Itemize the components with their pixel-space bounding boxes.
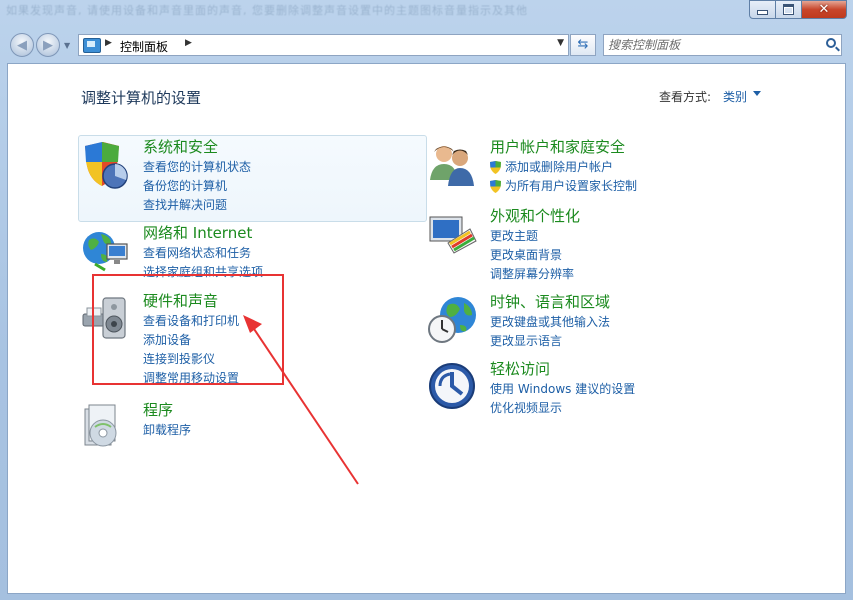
back-button[interactable]: ◀: [10, 33, 34, 57]
link-recommended-settings[interactable]: 使用 Windows 建议的设置: [490, 380, 635, 399]
network-globe-icon: [83, 232, 128, 272]
close-button[interactable]: ✕: [802, 0, 847, 19]
link-desktop-background[interactable]: 更改桌面背景: [490, 246, 574, 265]
window-title-text: 如果发现声音, 请使用设备和声音里面的声音, 您要删除调整声音设置中的主题图标音…: [6, 4, 528, 17]
users-icon: [430, 146, 474, 186]
navigation-bar: ◀ ▶ ▼ ▶ 控制面板 ▶ ▼ ⇆: [0, 30, 853, 60]
shield-pie-icon: [85, 142, 128, 189]
category-links: 卸载程序: [143, 421, 191, 440]
uac-shield-icon: [490, 180, 501, 193]
page-title: 调整计算机的设置: [81, 89, 202, 107]
view-by-dropdown[interactable]: 类别: [723, 88, 747, 105]
window-controls: ✕: [749, 0, 847, 19]
monitor-palette-icon: [429, 216, 477, 254]
breadcrumb-control-panel[interactable]: 控制面板: [120, 38, 168, 55]
category-links: 使用 Windows 建议的设置 优化视频显示: [490, 380, 635, 418]
link-backup-computer[interactable]: 备份您的计算机: [143, 177, 251, 196]
search-box[interactable]: [603, 34, 842, 56]
link-troubleshoot[interactable]: 查找并解决问题: [143, 196, 251, 215]
control-panel-icon: [83, 38, 101, 53]
link-text[interactable]: 为所有用户设置家长控制: [505, 179, 637, 193]
category-title[interactable]: 系统和安全: [143, 136, 218, 157]
category-title[interactable]: 程序: [143, 399, 173, 420]
address-bar[interactable]: ▶ 控制面板 ▶ ▼: [78, 34, 569, 56]
category-title[interactable]: 网络和 Internet: [143, 222, 252, 243]
arrow-left-icon: ◀: [17, 37, 27, 53]
recent-pages-dropdown[interactable]: ▼: [64, 41, 70, 50]
maximize-icon: [783, 4, 794, 15]
minimize-icon: [757, 10, 768, 15]
refresh-button[interactable]: ⇆: [570, 34, 596, 56]
refresh-icon: ⇆: [577, 37, 589, 52]
dropdown-arrow-icon[interactable]: [753, 91, 761, 96]
link-keyboard-input[interactable]: 更改键盘或其他输入法: [490, 313, 610, 332]
category-links: 更改键盘或其他输入法 更改显示语言: [490, 313, 610, 351]
link-display-language[interactable]: 更改显示语言: [490, 332, 610, 351]
link-parental-controls[interactable]: 为所有用户设置家长控制: [490, 177, 637, 196]
category-links: 更改主题 更改桌面背景 调整屏幕分辨率: [490, 227, 574, 284]
category-title[interactable]: 外观和个性化: [490, 205, 580, 226]
minimize-button[interactable]: [749, 0, 776, 19]
address-dropdown-icon[interactable]: ▼: [557, 38, 564, 48]
uac-shield-icon: [490, 161, 501, 174]
forward-button[interactable]: ▶: [36, 33, 60, 57]
programs-disc-icon: [84, 404, 117, 447]
category-title[interactable]: 时钟、语言和区域: [490, 291, 610, 312]
link-view-computer-status[interactable]: 查看您的计算机状态: [143, 158, 251, 177]
link-text[interactable]: 添加或删除用户帐户: [505, 160, 613, 174]
annotation-highlight-box: [92, 274, 284, 385]
window-frame: 如果发现声音, 请使用设备和声音里面的声音, 您要删除调整声音设置中的主题图标音…: [0, 0, 853, 600]
category-links: 查看您的计算机状态 备份您的计算机 查找并解决问题: [143, 158, 251, 215]
breadcrumb-chevron-icon[interactable]: ▶: [185, 38, 192, 48]
link-add-remove-accounts[interactable]: 添加或删除用户帐户: [490, 158, 637, 177]
category-title[interactable]: 用户帐户和家庭安全: [490, 136, 625, 157]
arrow-right-icon: ▶: [43, 37, 53, 53]
search-icon[interactable]: [826, 38, 836, 48]
breadcrumb-chevron-icon[interactable]: ▶: [105, 38, 112, 48]
link-change-theme[interactable]: 更改主题: [490, 227, 574, 246]
category-links: 添加或删除用户帐户 为所有用户设置家长控制: [490, 158, 637, 196]
link-optimize-visual[interactable]: 优化视频显示: [490, 399, 635, 418]
close-icon: ✕: [818, 2, 830, 17]
link-screen-resolution[interactable]: 调整屏幕分辨率: [490, 265, 574, 284]
globe-clock-icon: [428, 297, 476, 343]
ease-of-access-icon: [429, 363, 475, 409]
maximize-button[interactable]: [776, 0, 802, 19]
link-uninstall-program[interactable]: 卸载程序: [143, 421, 191, 440]
search-input[interactable]: [608, 36, 813, 54]
category-title[interactable]: 轻松访问: [490, 358, 550, 379]
view-by-label: 查看方式:: [659, 90, 712, 104]
link-network-status[interactable]: 查看网络状态和任务: [143, 244, 263, 263]
